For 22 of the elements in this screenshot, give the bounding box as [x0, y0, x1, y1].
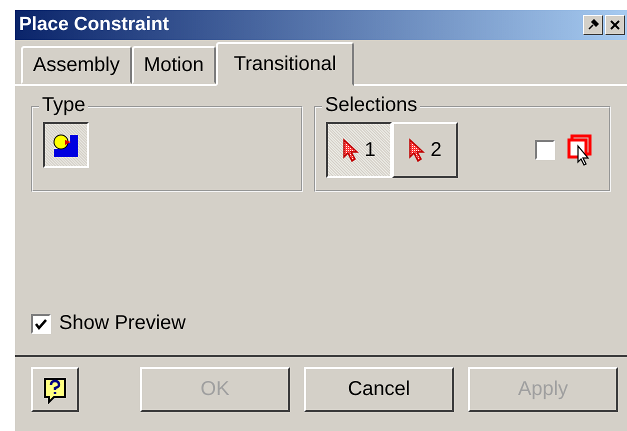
- checkbox-label: Show Preview: [59, 312, 186, 335]
- cube-cursor-icon: [567, 134, 593, 166]
- arrow-cursor-icon: [342, 138, 360, 162]
- pin-button[interactable]: [583, 15, 603, 35]
- help-button[interactable]: [31, 367, 79, 412]
- selection-button[interactable]: 2: [392, 122, 458, 178]
- tab[interactable]: Motion: [132, 46, 216, 84]
- checkbox[interactable]: [535, 140, 555, 160]
- check-icon: [34, 316, 48, 330]
- selection-button[interactable]: 1: [326, 122, 392, 178]
- group-label: Type: [39, 94, 88, 117]
- tab[interactable]: Transitional: [216, 42, 354, 86]
- help-icon: [42, 376, 68, 404]
- dialog-button[interactable]: Cancel: [304, 367, 454, 412]
- window-title: Place Constraint: [19, 14, 170, 36]
- constraint-type-button[interactable]: [43, 122, 89, 168]
- close-icon: [609, 19, 621, 31]
- arrow-cursor-icon: [408, 138, 426, 162]
- checkbox[interactable]: [31, 314, 51, 334]
- tab[interactable]: Assembly: [21, 46, 132, 84]
- close-button[interactable]: [605, 15, 625, 35]
- pin-icon: [587, 19, 599, 31]
